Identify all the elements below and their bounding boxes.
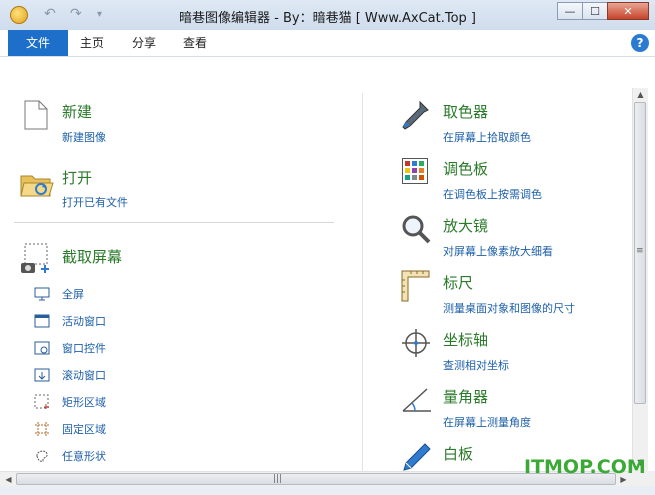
pen-icon	[403, 443, 431, 471]
screen-capture-icon	[21, 243, 49, 273]
close-button[interactable]: ✕	[607, 2, 649, 20]
protractor-icon	[402, 388, 431, 412]
open-folder-icon	[20, 175, 54, 197]
scroll-left-icon[interactable]: ◀	[1, 475, 16, 484]
minimize-button[interactable]: —	[557, 2, 583, 20]
ribbon-tabs: 文件 主页 分享 查看 ?	[0, 30, 655, 57]
window-control-icon	[34, 341, 50, 355]
vertical-grip-icon: ≡	[636, 246, 644, 256]
capture-fixed-region[interactable]: 固定区域	[34, 419, 106, 439]
vertical-scroll-thumb[interactable]: ≡	[634, 102, 646, 404]
freeform-icon	[36, 450, 48, 462]
tool-palette[interactable]: 调色板 在调色板上按需调色	[390, 154, 620, 202]
open-subtitle: 打开已有文件	[62, 196, 128, 209]
capture-active-window[interactable]: 活动窗口	[34, 311, 106, 331]
scroll-up-icon[interactable]: ▲	[633, 90, 648, 99]
scroll-window-icon	[34, 368, 50, 382]
window-icon	[34, 314, 50, 328]
tool-color-picker[interactable]: 取色器 在屏幕上拾取颜色	[390, 97, 620, 145]
open-file-item[interactable]: 打开 打开已有文件	[0, 163, 340, 211]
tool-magnifier[interactable]: 放大镜 对屏幕上像素放大细看	[390, 211, 620, 259]
eyedropper-icon	[402, 100, 429, 130]
horizontal-grip-icon: |||	[273, 474, 283, 484]
fixed-region-icon	[35, 422, 49, 436]
section-divider	[14, 222, 334, 223]
capture-scroll-window[interactable]: 滚动窗口	[34, 365, 106, 385]
capture-freeform[interactable]: 任意形状	[34, 446, 106, 466]
tab-view[interactable]: 查看	[183, 30, 207, 56]
new-title: 新建	[62, 103, 93, 121]
new-image-item[interactable]: 新建 新建图像	[0, 97, 340, 145]
column-divider	[362, 93, 363, 471]
maximize-button[interactable]: ☐	[582, 2, 608, 20]
new-file-icon	[24, 100, 48, 130]
crosshair-icon	[402, 329, 430, 357]
tool-protractor[interactable]: 量角器 在屏幕上测量角度	[390, 382, 620, 430]
watermark: ITMOP.COM	[524, 456, 646, 478]
rectangle-region-icon	[34, 394, 49, 409]
capture-window-control[interactable]: 窗口控件	[34, 338, 106, 358]
tab-share[interactable]: 分享	[132, 30, 156, 56]
capture-rectangle-region[interactable]: 矩形区域	[34, 392, 106, 412]
vertical-scrollbar[interactable]: ▲ ≡ ▼	[632, 88, 648, 471]
open-title: 打开	[62, 169, 93, 187]
ruler-icon	[401, 270, 430, 302]
tool-coordinate-axis[interactable]: 坐标轴 查测相对坐标	[390, 325, 620, 373]
new-subtitle: 新建图像	[62, 131, 106, 144]
capture-title: 截取屏幕	[62, 248, 123, 266]
window-bottom-border	[0, 486, 655, 495]
file-menu-panel: 新建 新建图像 打开 打开已有文件 截取屏幕 全屏 活动窗口 窗口控件 滚动窗口…	[0, 57, 632, 471]
monitor-icon	[34, 287, 50, 301]
help-button[interactable]: ?	[631, 34, 649, 52]
magnifier-icon	[402, 215, 431, 244]
tab-home[interactable]: 主页	[80, 30, 104, 56]
tab-file[interactable]: 文件	[8, 30, 68, 56]
capture-fullscreen[interactable]: 全屏	[34, 284, 84, 304]
title-bar: ↶ ↷ ▾ 暗巷图像编辑器 - By：暗巷猫 [ Www.AxCat.Top ]…	[0, 0, 655, 31]
palette-icon	[402, 158, 428, 184]
tool-ruler[interactable]: 标尺 测量桌面对象和图像的尺寸	[390, 268, 620, 316]
screen-capture-item[interactable]: 截取屏幕	[0, 241, 340, 277]
